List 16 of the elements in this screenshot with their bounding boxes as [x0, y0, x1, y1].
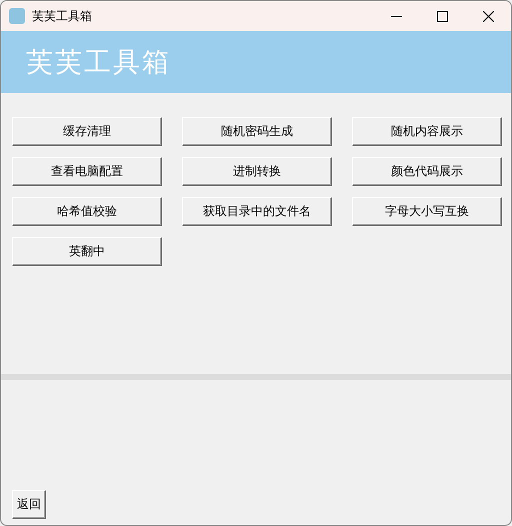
- tool-button[interactable]: 颜色代码展示: [352, 157, 502, 186]
- back-button[interactable]: 返回: [12, 490, 46, 519]
- tool-button[interactable]: 缓存清理: [12, 117, 162, 146]
- tool-button[interactable]: 随机密码生成: [182, 117, 332, 146]
- tool-button[interactable]: 随机内容展示: [352, 117, 502, 146]
- tool-button[interactable]: 查看电脑配置: [12, 157, 162, 186]
- tool-button[interactable]: 英翻中: [12, 237, 162, 266]
- tool-button[interactable]: 字母大小写互换: [352, 197, 502, 226]
- tool-button[interactable]: 进制转换: [182, 157, 332, 186]
- tool-button[interactable]: 获取目录中的文件名: [182, 197, 332, 226]
- tool-button[interactable]: 哈希值校验: [12, 197, 162, 226]
- maximize-icon: [436, 10, 448, 22]
- close-icon: [482, 10, 494, 22]
- banner-title: 芙芙工具箱: [26, 46, 171, 80]
- app-icon: [9, 8, 25, 24]
- window-title: 芙芙工具箱: [32, 8, 93, 24]
